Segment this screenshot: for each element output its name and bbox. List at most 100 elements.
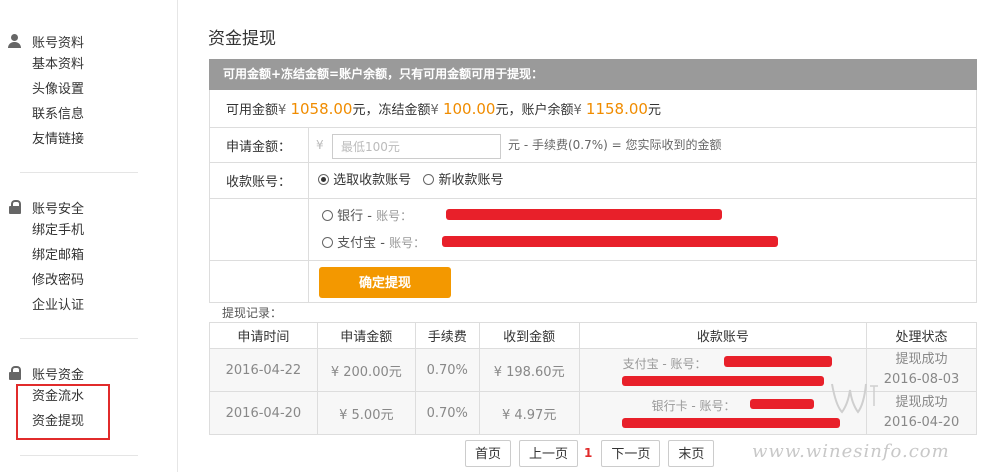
cell-date: 2016-04-22: [209, 348, 318, 392]
sidebar: 账号资料 基本资料 头像设置 联系信息 友情链接 账号安全 绑定手机 绑定邮箱 …: [0, 0, 178, 472]
account-text: 银行卡 - 账号：: [651, 399, 736, 413]
sidebar-divider: [20, 172, 138, 173]
col-header-account: 收款账号: [578, 322, 868, 349]
sidebar-group-header: 账号资料: [0, 30, 178, 52]
cell-fee: 0.70%: [414, 391, 480, 435]
cell-received: ¥ 198.60元: [478, 348, 580, 392]
confirm-withdraw-button[interactable]: 确定提现: [319, 267, 451, 298]
radio-selected-icon[interactable]: [318, 174, 329, 185]
first-page-button[interactable]: 首页: [465, 439, 512, 467]
next-page-button[interactable]: 下一页: [601, 439, 661, 467]
radio-icon[interactable]: [322, 237, 333, 248]
sidebar-item-basic-info[interactable]: 基本资料: [0, 52, 178, 77]
frozen-label: 冻结金额: [378, 103, 431, 118]
amount-currency-prefix: ¥: [316, 138, 324, 152]
alipay-label: 支付宝 -: [337, 236, 385, 251]
currency-symbol: ¥: [430, 103, 439, 118]
currency-symbol: ¥: [573, 103, 582, 118]
watermark-text: www.winesinfo.com: [752, 441, 950, 462]
col-header-fee: 手续费: [414, 322, 480, 349]
sidebar-group-header: 账号资金: [0, 362, 178, 384]
alipay-account-sub: 账号：: [389, 236, 426, 250]
option-select-label: 选取收款账号: [333, 173, 412, 188]
redaction-mark: [442, 236, 778, 247]
redaction-mark: [723, 356, 832, 367]
table-header-row: 申请时间 申请金额 手续费 收到金额 收款账号 处理状态: [209, 322, 977, 349]
col-header-status: 处理状态: [866, 322, 977, 349]
sidebar-item-avatar[interactable]: 头像设置: [0, 77, 178, 102]
radio-icon[interactable]: [423, 174, 435, 185]
cell-date: 2016-04-20: [209, 391, 318, 435]
last-page-button[interactable]: 末页: [668, 439, 715, 467]
sidebar-item-bind-email[interactable]: 绑定邮箱: [0, 243, 178, 268]
currency-symbol: ¥: [278, 103, 287, 118]
radio-icon[interactable]: [322, 210, 333, 221]
account-text: 支付宝 - 账号：: [622, 357, 707, 371]
balance-row: 可用金额¥ 1058.00元，冻结金额¥ 100.00元，账户余额¥ 1158.…: [210, 90, 976, 128]
sidebar-item-enterprise-auth[interactable]: 企业认证: [0, 293, 178, 318]
sidebar-group-account-profile: 账号资料 基本资料 头像设置 联系信息 友情链接: [0, 30, 178, 152]
highlight-annotation-box: [16, 384, 110, 440]
prev-page-button[interactable]: 上一页: [519, 439, 579, 467]
cell-amount: ¥ 5.00元: [316, 391, 416, 435]
unit: 元: [352, 103, 366, 118]
redaction-mark: [446, 209, 722, 220]
total-label: 账户余额: [521, 103, 574, 118]
sidebar-item-contact[interactable]: 联系信息: [0, 102, 178, 127]
sidebar-item-bind-phone[interactable]: 绑定手机: [0, 218, 178, 243]
available-label: 可用金额: [226, 103, 279, 118]
pagination: 首页 上一页 1 下一页 末页: [465, 439, 722, 467]
amount-label: 申请金额：: [210, 128, 309, 162]
account-row: 收款账号： 选取收款账号 新收款账号: [210, 163, 976, 199]
status-text: 提现成功: [895, 352, 948, 367]
sidebar-group-account-security: 账号安全 绑定手机 绑定邮箱 修改密码 企业认证: [0, 196, 178, 318]
col-header-amount: 申请金额: [316, 322, 416, 349]
available-amount: 1058.00: [290, 100, 353, 118]
col-header-received: 收到金额: [478, 322, 580, 349]
withdraw-form: 可用金额¥ 1058.00元，冻结金额¥ 100.00元，账户余额¥ 1158.…: [209, 90, 977, 303]
page-title: 资金提现: [208, 29, 276, 49]
sidebar-group-title: 账号安全: [32, 201, 85, 217]
records-label: 提现记录：: [222, 306, 283, 320]
option-new-account[interactable]: 新收款账号: [423, 173, 503, 188]
sidebar-group-header: 账号安全: [0, 196, 178, 218]
bank-account-sub: 账号：: [376, 209, 413, 223]
balance-summary: 可用金额¥ 1058.00元，冻结金额¥ 100.00元，账户余额¥ 1158.…: [226, 100, 661, 118]
bank-account-option[interactable]: 银行 - 账号：: [322, 205, 412, 227]
watermark-logo-icon: [831, 383, 878, 414]
cell-amount: ¥ 200.00元: [316, 348, 416, 392]
redaction-mark: [621, 376, 824, 386]
fee-hint: 元 - 手续费(0.7%) = 您实际收到的金额: [508, 138, 722, 152]
frozen-amount: 100.00: [442, 100, 496, 118]
lock-icon: [8, 366, 22, 380]
account-type-options: 选取收款账号 新收款账号: [318, 163, 511, 199]
account-label: 收款账号：: [210, 163, 309, 198]
sidebar-item-links[interactable]: 友情链接: [0, 127, 178, 152]
unit: 元: [647, 103, 661, 118]
option-select-account[interactable]: 选取收款账号: [318, 173, 411, 188]
alipay-account-option[interactable]: 支付宝 - 账号：: [322, 232, 425, 254]
redaction-mark: [621, 418, 840, 428]
current-page: 1: [584, 446, 593, 460]
cell-received: ¥ 4.97元: [478, 391, 580, 435]
empty-label-cell: [210, 261, 309, 303]
empty-label-cell: [210, 199, 309, 260]
bank-label: 银行 -: [337, 209, 372, 224]
sidebar-divider: [20, 338, 138, 339]
sidebar-group-title: 账号资金: [32, 367, 85, 383]
sidebar-item-change-password[interactable]: 修改密码: [0, 268, 178, 293]
lock-icon: [8, 200, 22, 214]
user-icon: [8, 34, 22, 48]
cell-fee: 0.70%: [414, 348, 480, 392]
amount-input[interactable]: [332, 134, 501, 159]
total-amount: 1158.00: [585, 100, 648, 118]
redaction-mark: [749, 399, 814, 409]
info-bar: 可用金额+冻结金额=账户余额，只有可用金额可用于提现：: [209, 59, 977, 90]
sidebar-group-title: 账号资料: [32, 35, 85, 51]
col-header-date: 申请时间: [209, 322, 318, 349]
option-new-label: 新收款账号: [438, 173, 504, 188]
unit: 元: [495, 103, 509, 118]
sidebar-divider: [20, 455, 138, 456]
amount-row: 申请金额： ¥ 元 - 手续费(0.7%) = 您实际收到的金额: [210, 128, 976, 163]
submit-row: 确定提现: [210, 261, 976, 303]
